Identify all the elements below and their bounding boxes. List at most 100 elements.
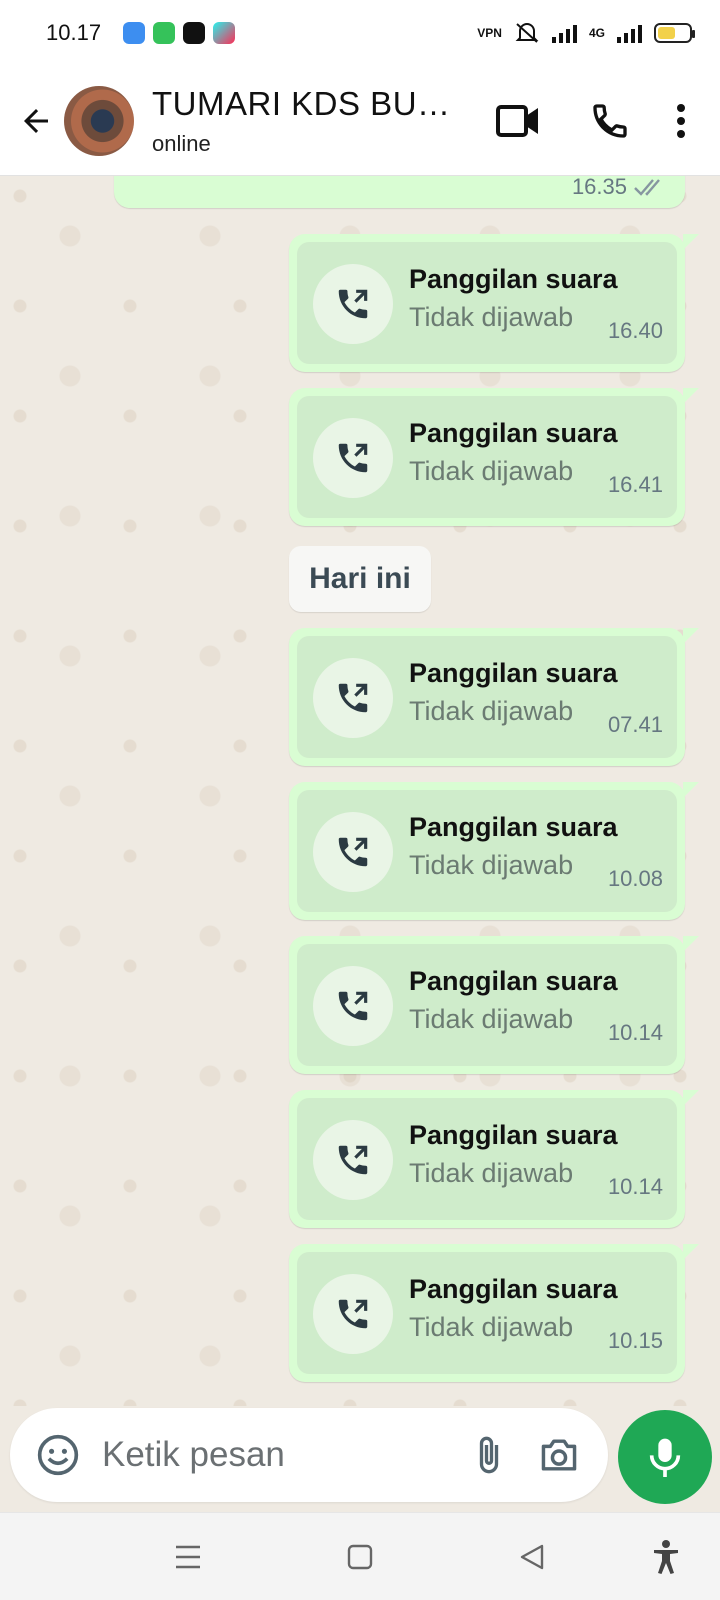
call-message[interactable]: Panggilan suara Tidak dijawab 10.15 xyxy=(289,1244,699,1382)
network-type: 4G xyxy=(588,26,605,40)
call-status: Tidak dijawab xyxy=(409,696,574,726)
more-vertical-icon xyxy=(677,103,685,138)
signal-icon-2 xyxy=(617,23,642,43)
call-card[interactable]: Panggilan suara Tidak dijawab 16.40 xyxy=(297,242,677,364)
vpn-indicator: VPN xyxy=(477,26,502,40)
call-status: Tidak dijawab xyxy=(409,1004,574,1034)
message-time: 16.35 xyxy=(571,176,627,199)
system-indicators: VPN 4G xyxy=(477,22,695,44)
call-status: Tidak dijawab xyxy=(409,1312,574,1342)
attach-button[interactable] xyxy=(454,1420,524,1490)
call-title: Panggilan suara xyxy=(409,966,618,996)
call-card[interactable]: Panggilan suara Tidak dijawab 10.14 xyxy=(297,944,677,1066)
youtube-notification-icon xyxy=(183,22,206,44)
outgoing-call-icon xyxy=(338,289,368,319)
call-card[interactable]: Panggilan suara Tidak dijawab 10.14 xyxy=(297,1098,677,1220)
arrow-left-icon xyxy=(24,108,48,133)
microphone-icon xyxy=(649,1438,681,1477)
contact-info[interactable]: TUMARI KDS BUA... online xyxy=(152,85,452,157)
day-separator: Hari ini xyxy=(289,546,431,612)
message-composer: Ketik pesan xyxy=(10,1408,608,1502)
call-title: Panggilan suara xyxy=(409,1274,618,1304)
phone-icon xyxy=(593,103,627,138)
notification-icons xyxy=(123,22,236,44)
call-card[interactable]: Panggilan suara Tidak dijawab 16.41 xyxy=(297,396,677,518)
video-camera-icon xyxy=(496,104,538,137)
signal-icon xyxy=(551,23,577,43)
tiktok-notification-icon xyxy=(213,22,236,44)
emoji-icon xyxy=(37,1434,79,1476)
outgoing-call-icon xyxy=(338,1299,368,1329)
back-button[interactable] xyxy=(8,91,64,151)
double-check-icon xyxy=(634,179,660,196)
outgoing-call-icon xyxy=(338,837,368,867)
call-status: Tidak dijawab xyxy=(409,302,574,332)
paperclip-icon xyxy=(479,1436,499,1474)
battery-icon xyxy=(654,23,695,43)
call-status: Tidak dijawab xyxy=(409,456,574,486)
message-bubble[interactable]: pakde 16.35 xyxy=(114,176,685,208)
mute-icon xyxy=(515,23,539,43)
call-time: 10.15 xyxy=(607,1328,663,1353)
camera-button[interactable] xyxy=(524,1420,594,1490)
call-message[interactable]: Panggilan suara Tidak dijawab 10.08 xyxy=(289,782,699,920)
call-icon-circle xyxy=(313,812,393,892)
chat-area[interactable]: pakde 16.35 Panggilan suara Tidak dijawa… xyxy=(0,176,720,1406)
video-call-button[interactable] xyxy=(472,85,564,157)
outgoing-call-icon xyxy=(338,683,368,713)
message-input[interactable]: Ketik pesan xyxy=(102,1435,454,1475)
call-card[interactable]: Panggilan suara Tidak dijawab 07.41 xyxy=(297,636,677,758)
call-time: 16.40 xyxy=(607,318,663,343)
app-notification-icon xyxy=(123,22,146,44)
contact-status: online xyxy=(152,130,211,156)
avatar[interactable] xyxy=(64,85,134,156)
outgoing-call-icon xyxy=(338,1145,368,1175)
call-message[interactable]: Panggilan suara Tidak dijawab 10.14 xyxy=(289,936,699,1074)
accessibility-button[interactable] xyxy=(642,1533,690,1581)
chat-header: TUMARI KDS BUA... online xyxy=(0,66,720,176)
call-icon-circle xyxy=(313,418,393,498)
message-meta: 16.35 xyxy=(572,176,667,200)
back-nav-button[interactable] xyxy=(508,1533,556,1581)
call-title: Panggilan suara xyxy=(409,418,618,448)
call-message[interactable]: Panggilan suara Tidak dijawab 10.14 xyxy=(289,1090,699,1228)
voice-call-button[interactable] xyxy=(564,85,656,157)
call-message[interactable]: Panggilan suara Tidak dijawab 16.40 xyxy=(289,234,699,372)
messages-notification-icon xyxy=(153,22,176,44)
call-time: 10.14 xyxy=(607,1174,663,1199)
emoji-button[interactable] xyxy=(30,1427,86,1483)
recent-apps-button[interactable] xyxy=(164,1533,212,1581)
call-icon-circle xyxy=(313,264,393,344)
call-time: 10.08 xyxy=(607,866,663,891)
call-icon-circle xyxy=(313,966,393,1046)
status-bar: 10.17 VPN 4G xyxy=(0,0,720,66)
system-navigation-bar xyxy=(0,1512,720,1600)
voice-message-button[interactable] xyxy=(618,1410,712,1504)
call-title: Panggilan suara xyxy=(409,264,618,294)
call-time: 07.41 xyxy=(607,712,663,737)
square-icon xyxy=(347,1544,373,1570)
triangle-back-icon xyxy=(520,1544,544,1570)
more-options-button[interactable] xyxy=(656,85,706,157)
contact-name: TUMARI KDS BUA... xyxy=(152,84,452,122)
call-card[interactable]: Panggilan suara Tidak dijawab 10.15 xyxy=(297,1252,677,1374)
call-message[interactable]: Panggilan suara Tidak dijawab 07.41 xyxy=(289,628,699,766)
call-title: Panggilan suara xyxy=(409,1120,618,1150)
outgoing-call-icon xyxy=(338,443,368,473)
call-title: Panggilan suara xyxy=(409,812,618,842)
call-title: Panggilan suara xyxy=(409,658,618,688)
call-status: Tidak dijawab xyxy=(409,850,574,880)
outgoing-call-icon xyxy=(338,991,368,1021)
home-button[interactable] xyxy=(336,1533,384,1581)
status-time: 10.17 xyxy=(46,20,102,45)
call-time: 16.41 xyxy=(607,472,663,497)
menu-icon xyxy=(176,1545,200,1569)
camera-icon xyxy=(541,1439,577,1471)
call-message[interactable]: Panggilan suara Tidak dijawab 16.41 xyxy=(289,388,699,526)
accessibility-icon xyxy=(654,1540,678,1574)
call-card[interactable]: Panggilan suara Tidak dijawab 10.08 xyxy=(297,790,677,912)
call-time: 10.14 xyxy=(607,1020,663,1045)
call-status: Tidak dijawab xyxy=(409,1158,574,1188)
call-icon-circle xyxy=(313,1274,393,1354)
call-icon-circle xyxy=(313,658,393,738)
